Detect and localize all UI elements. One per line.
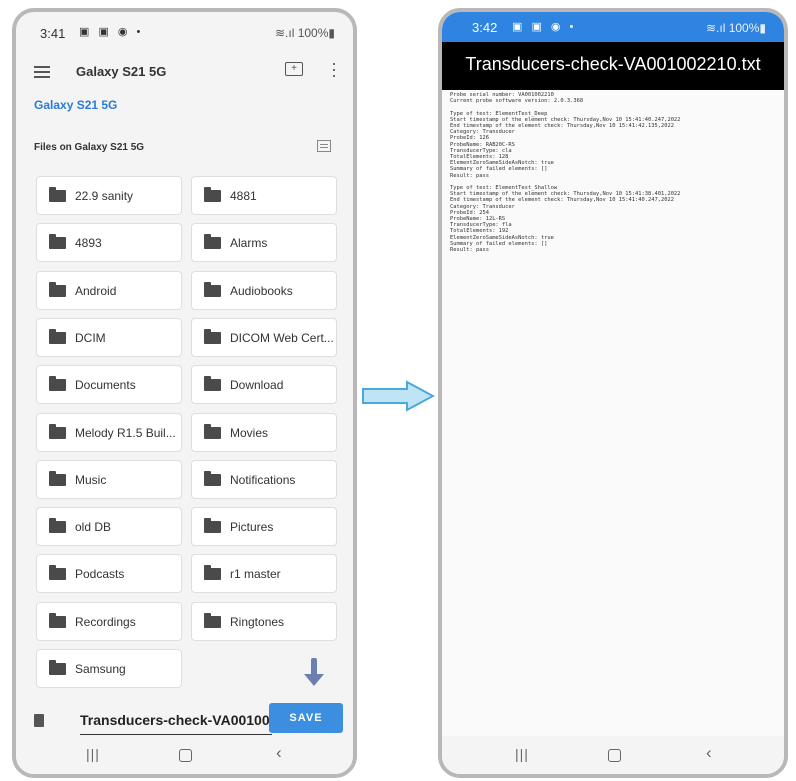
folder-tile[interactable]: Samsung — [36, 649, 182, 688]
folder-icon — [204, 423, 221, 439]
folder-tile[interactable]: Notifications — [191, 459, 337, 499]
folder-tile[interactable]: Ringtones — [191, 601, 337, 641]
folder-name: DCIM — [75, 330, 106, 345]
section-label: Files on Galaxy S21 5G — [34, 142, 145, 153]
document-icon — [34, 714, 44, 727]
folder-name: Melody R1.5 Buil... — [75, 425, 176, 440]
folder-name: Recordings — [75, 614, 136, 629]
notification-icons: ▣ ▣ ◉ • — [79, 26, 144, 38]
recent-apps-button[interactable]: ||| — [86, 746, 100, 762]
folder-icon — [49, 612, 66, 628]
folder-name: 4881 — [230, 189, 257, 203]
folder-name: Samsung — [75, 662, 126, 676]
folder-tile[interactable]: 4893 — [36, 223, 182, 263]
back-button[interactable]: ‹ — [706, 743, 712, 763]
folder-tile[interactable]: Pictures — [191, 507, 337, 547]
folder-name: Download — [230, 378, 284, 393]
status-bar: 3:42 ▣ ▣ ◉ • ≋.ıl 100%▮ — [442, 12, 784, 42]
file-picker-phone: 3:41 ▣ ▣ ◉ • ≋.ıl 100%▮ Galaxy S21 5G + … — [12, 8, 357, 778]
file-content: Probe serial number: VA001002210 Current… — [450, 92, 681, 254]
status-time: 3:42 — [472, 20, 498, 35]
notification-icons: ▣ ▣ ◉ • — [512, 21, 577, 33]
file-title: Transducers-check-VA001002210.txt — [465, 54, 761, 74]
folder-icon — [204, 518, 221, 534]
folder-icon — [49, 660, 66, 675]
nav-bar: ||| ‹ — [16, 736, 353, 774]
folder-tile[interactable]: 22.9 sanity — [36, 176, 182, 215]
folder-tile[interactable]: Music — [36, 459, 182, 499]
folder-name: 22.9 sanity — [75, 189, 134, 203]
status-bar: 3:41 ▣ ▣ ◉ • ≋.ıl 100%▮ — [16, 12, 353, 52]
folder-icon — [49, 518, 66, 534]
folder-tile[interactable]: Movies — [191, 412, 337, 452]
nav-bar: ||| ‹ — [442, 736, 784, 774]
folder-tile[interactable]: Documents — [36, 365, 182, 405]
folder-name: Pictures — [230, 520, 274, 535]
folder-icon — [204, 328, 221, 344]
folder-tile[interactable]: Download — [191, 365, 337, 405]
folder-tile[interactable]: r1 master — [191, 554, 337, 594]
folder-tile[interactable]: Melody R1.5 Buil... — [36, 412, 182, 452]
folder-name: Documents — [75, 378, 136, 393]
breadcrumb[interactable]: Galaxy S21 5G — [34, 98, 117, 112]
status-time: 3:41 — [40, 26, 66, 41]
create-folder-icon[interactable]: + — [285, 62, 303, 76]
folder-icon — [49, 376, 66, 392]
folder-icon — [204, 234, 221, 250]
recent-apps-button[interactable]: ||| — [515, 746, 529, 762]
folder-name: Movies — [230, 425, 269, 440]
folder-tile[interactable]: Android — [36, 270, 182, 310]
folder-icon — [204, 187, 221, 202]
folder-name: Podcasts — [75, 567, 125, 582]
folder-name: Alarms — [230, 236, 268, 251]
folder-tile[interactable]: DCIM — [36, 317, 182, 357]
folder-name: DICOM Web Cert... — [230, 330, 334, 345]
folder-name: Audiobooks — [230, 283, 293, 298]
battery-signal-indicator: ≋.ıl 100%▮ — [274, 26, 335, 40]
folder-tile[interactable]: old DB — [36, 507, 182, 547]
app-bar: Galaxy S21 5G + · · · — [16, 52, 353, 92]
folder-name: Android — [75, 283, 117, 298]
folder-tile[interactable]: Podcasts — [36, 554, 182, 594]
filename-input[interactable]: Transducers-check-VA00100 — [80, 708, 272, 735]
battery-signal-indicator: ≋.ıl 100%▮ — [705, 21, 766, 35]
folder-tile[interactable]: Recordings — [36, 601, 182, 641]
right-arrow-annotation — [362, 380, 435, 412]
folder-icon — [204, 376, 221, 392]
folder-tile[interactable]: Audiobooks — [191, 270, 337, 310]
folder-tile[interactable]: 4881 — [191, 176, 337, 215]
folder-name: Music — [75, 472, 107, 487]
folder-icon — [204, 281, 221, 297]
more-vert-icon[interactable]: · · · — [331, 54, 337, 84]
folder-tile[interactable]: Alarms — [191, 223, 337, 263]
folder-name: r1 master — [230, 567, 281, 582]
home-button[interactable] — [179, 749, 192, 762]
menu-icon[interactable] — [34, 66, 50, 78]
folder-icon — [49, 281, 66, 297]
folder-name: Ringtones — [230, 614, 285, 629]
app-bar-title: Galaxy S21 5G — [76, 64, 167, 79]
text-viewer-phone: 3:42 ▣ ▣ ◉ • ≋.ıl 100%▮ Transducers-chec… — [438, 8, 788, 778]
folder-name: 4893 — [75, 236, 102, 251]
folder-icon — [49, 423, 66, 439]
folder-icon — [49, 470, 66, 486]
folder-name: Notifications — [230, 472, 296, 487]
folder-tile[interactable]: DICOM Web Cert... — [191, 317, 337, 357]
list-view-icon[interactable] — [317, 140, 331, 152]
title-bar: Transducers-check-VA001002210.txt — [442, 42, 784, 90]
folder-icon — [204, 565, 221, 581]
folder-icon — [49, 234, 66, 250]
folder-icon — [49, 565, 66, 581]
folder-icon — [204, 470, 221, 486]
back-button[interactable]: ‹ — [276, 743, 282, 763]
down-arrow-annotation — [304, 658, 324, 688]
save-button[interactable]: SAVE — [269, 703, 343, 733]
folder-name: old DB — [75, 520, 112, 535]
folder-icon — [49, 187, 66, 202]
folder-icon — [49, 328, 66, 344]
home-button[interactable] — [608, 749, 621, 762]
folder-icon — [204, 612, 221, 628]
